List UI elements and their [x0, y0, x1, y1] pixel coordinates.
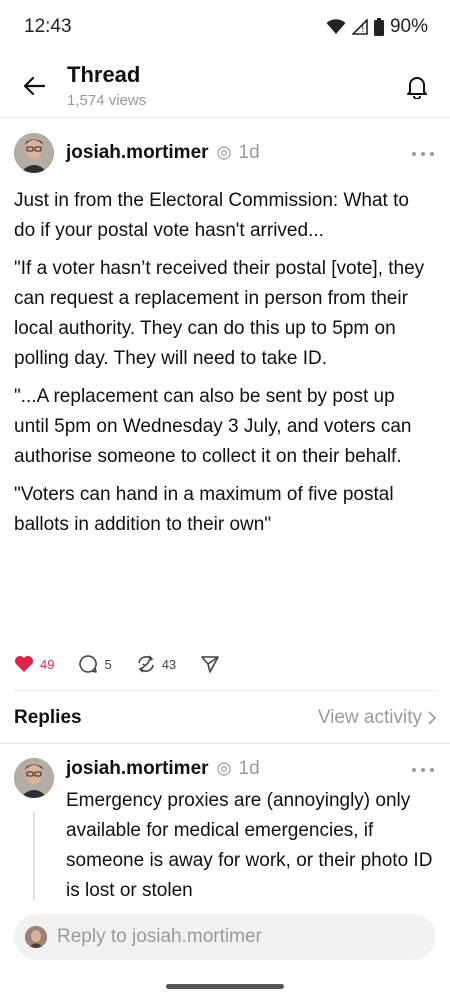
more-dot-icon: [421, 768, 425, 772]
replies-header: Replies View activity: [14, 704, 436, 732]
repost-count: 43: [161, 656, 177, 672]
post-paragraph: "Voters can hand in a maximum of five po…: [14, 484, 394, 535]
post-time: 1d: [238, 142, 260, 163]
comment-button[interactable]: 5: [78, 654, 112, 674]
author-name[interactable]: josiah.mortimer: [66, 142, 209, 164]
avatar-image: [14, 758, 54, 798]
more-dot-icon: [421, 152, 425, 156]
repost-icon: [137, 655, 154, 673]
comment-icon: [79, 655, 98, 673]
notifications-button[interactable]: [402, 72, 432, 102]
chevron-right-icon: [428, 711, 436, 725]
more-dot-icon: [412, 152, 416, 156]
header-divider: [0, 117, 450, 118]
avatar: [25, 926, 47, 948]
comment-count: 5: [104, 656, 112, 672]
view-activity-link[interactable]: View activity: [318, 707, 436, 729]
battery-percent: 90%: [389, 16, 428, 37]
more-dot-icon: [430, 152, 434, 156]
post-body: Just in from the Electoral Commission: W…: [14, 186, 434, 548]
more-dot-icon: [412, 768, 416, 772]
author-name[interactable]: josiah.mortimer: [66, 758, 209, 780]
reply-input[interactable]: Reply to josiah.mortimer: [14, 914, 436, 960]
battery-icon: [373, 18, 384, 36]
back-arrow-icon: [23, 76, 45, 96]
like-count: 49: [40, 656, 55, 672]
home-indicator[interactable]: [166, 984, 284, 989]
more-options-button[interactable]: [412, 763, 434, 777]
view-count: 1,574 views: [67, 92, 147, 109]
repost-button[interactable]: 43: [136, 654, 176, 674]
reply-author-row: josiah.mortimer 1d: [66, 758, 260, 780]
status-time: 12:43: [24, 16, 72, 37]
post-actions: 49 5 43: [14, 652, 244, 676]
more-options-button[interactable]: [412, 147, 434, 161]
status-bar: 12:43 ! 90%: [0, 0, 450, 56]
like-button[interactable]: 49: [14, 655, 54, 673]
verified-icon: [216, 146, 231, 160]
send-icon: [201, 656, 219, 673]
avatar[interactable]: [14, 758, 54, 798]
verified-icon: [216, 762, 231, 776]
post-paragraph: Just in from the Electoral Commission: W…: [14, 190, 409, 241]
avatar[interactable]: [14, 133, 54, 173]
post-paragraph: "...A replacement can also be sent by po…: [14, 386, 412, 467]
thread-header: Thread 1,574 views: [0, 58, 450, 118]
bell-icon: [407, 77, 427, 99]
svg-text:!: !: [361, 25, 365, 35]
reply-time: 1d: [238, 758, 260, 779]
view-activity-label: View activity: [317, 707, 422, 728]
heart-icon: [15, 656, 33, 672]
thread-line: [33, 812, 35, 900]
reply-placeholder: Reply to josiah.mortimer: [57, 926, 262, 947]
avatar-image: [14, 133, 54, 173]
wifi-icon: [326, 19, 346, 34]
signal-icon: !: [351, 19, 368, 35]
status-icons: ! 90%: [326, 16, 428, 38]
reply-text: Emergency proxies are (annoyingly) only …: [66, 790, 433, 901]
share-button[interactable]: [200, 654, 220, 674]
avatar-image: [25, 926, 47, 948]
back-button[interactable]: [20, 72, 48, 100]
page-title: Thread: [67, 62, 141, 87]
replies-label: Replies: [14, 707, 82, 728]
section-divider: [14, 690, 436, 691]
more-dot-icon: [430, 768, 434, 772]
post-paragraph: "If a voter hasn’t received their postal…: [14, 258, 425, 369]
section-divider: [0, 743, 450, 744]
post-author-row: josiah.mortimer 1d: [66, 142, 260, 164]
